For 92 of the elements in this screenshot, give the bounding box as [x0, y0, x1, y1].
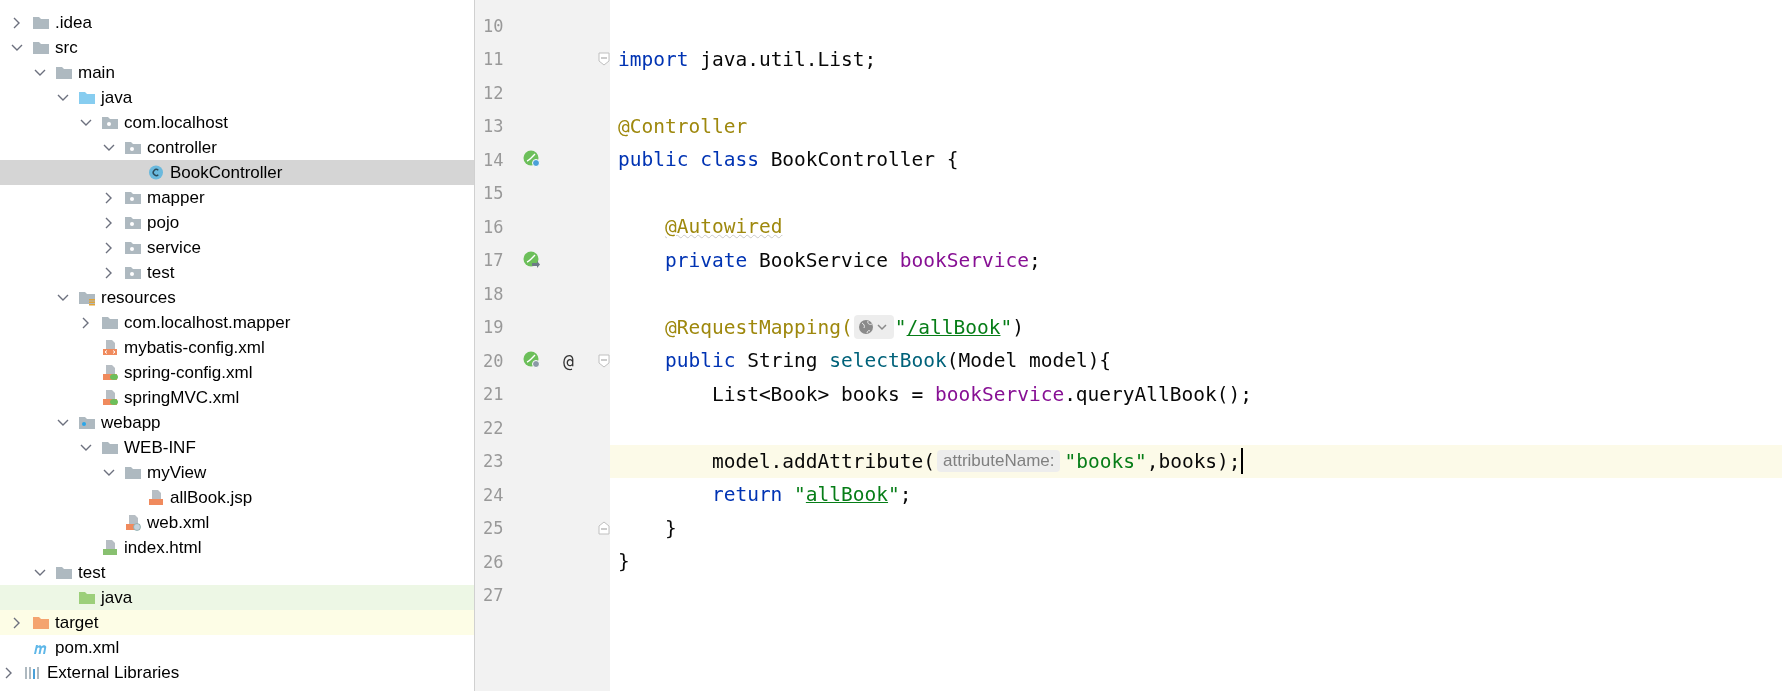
tree-item[interactable]: mybatis-config.xml — [0, 335, 474, 360]
package-icon — [124, 139, 142, 156]
code-text: "/allBook") — [894, 315, 1024, 339]
tree-item[interactable]: External Libraries — [0, 660, 474, 685]
excluded-folder-icon — [32, 614, 50, 631]
folder-icon — [55, 564, 73, 581]
tree-item[interactable]: service — [0, 235, 474, 260]
line-number: 10 — [482, 15, 505, 36]
line-number: 24 — [482, 484, 505, 505]
code-text: "books",books); — [1064, 449, 1241, 473]
folder-icon — [32, 39, 50, 56]
tree-item[interactable]: test — [0, 560, 474, 585]
line-number: 20 — [482, 350, 505, 371]
line-number: 12 — [482, 82, 505, 103]
code-text: @RequestMapping( — [664, 315, 853, 339]
tree-item[interactable]: myView — [0, 460, 474, 485]
code-text: private BookService bookService; — [664, 248, 1041, 272]
line-number: 14 — [482, 149, 505, 170]
web-xml-file-icon — [124, 514, 142, 531]
package-icon — [124, 214, 142, 231]
tree-item[interactable]: target — [0, 610, 474, 635]
line-number: 21 — [482, 384, 505, 405]
code-text: public class BookController { — [618, 148, 959, 172]
line-number: 15 — [482, 183, 505, 204]
package-icon — [124, 264, 142, 281]
tree-item[interactable]: webapp — [0, 410, 474, 435]
test-folder-icon — [78, 589, 96, 606]
package-icon — [124, 239, 142, 256]
line-number: 25 — [482, 518, 505, 539]
bean-icon[interactable] — [523, 150, 543, 170]
web-folder-icon — [78, 414, 96, 431]
package-icon — [101, 114, 119, 131]
line-number: 26 — [482, 551, 505, 572]
folder-icon — [124, 464, 142, 481]
tree-item[interactable]: pojo — [0, 210, 474, 235]
code-text: } — [664, 516, 677, 540]
line-number: 16 — [482, 216, 505, 237]
code-text: @Autowired — [664, 215, 783, 239]
class-icon — [147, 164, 165, 181]
line-number: 17 — [482, 250, 505, 271]
line-number: 13 — [482, 116, 505, 137]
tree-item[interactable]: index.html — [0, 535, 474, 560]
html-file-icon — [101, 539, 119, 556]
tree-item[interactable]: controller — [0, 135, 474, 160]
line-number: 19 — [482, 317, 505, 338]
tree-item[interactable]: resources — [0, 285, 474, 310]
text-cursor — [1240, 448, 1243, 475]
tree-item[interactable]: com.localhost.mapper — [0, 310, 474, 335]
tree-item[interactable]: test — [0, 260, 474, 285]
code-text: import java.util.List; — [618, 47, 877, 71]
code-text: } — [618, 550, 630, 574]
tree-item[interactable]: com.localhost — [0, 110, 474, 135]
tree-item[interactable]: main — [0, 60, 474, 85]
line-number: 18 — [482, 283, 505, 304]
line-number: 22 — [482, 417, 505, 438]
bean-icon[interactable] — [523, 250, 543, 270]
tree-item[interactable]: src — [0, 35, 474, 60]
bean-icon[interactable] — [523, 351, 543, 371]
jsp-file-icon — [147, 489, 165, 506]
line-number: 23 — [482, 451, 505, 472]
tree-item[interactable]: spring-config.xml — [0, 360, 474, 385]
package-icon — [124, 189, 142, 206]
code-text: return "allBook"; — [711, 483, 912, 507]
folder-icon — [101, 439, 119, 456]
xml-file-icon — [101, 339, 119, 356]
line-number: 27 — [482, 585, 505, 606]
tree-item[interactable]: springMVC.xml — [0, 385, 474, 410]
code-text: public String selectBook(Model model){ — [664, 349, 1112, 373]
code-text: model.addAttribute( — [711, 449, 935, 473]
globe-icon[interactable] — [853, 315, 894, 340]
tree-item[interactable]: web.xml — [0, 510, 474, 535]
folder-icon — [32, 14, 50, 31]
tree-item[interactable]: java — [0, 585, 474, 610]
line-number: 11 — [482, 49, 505, 70]
resources-folder-icon — [78, 289, 96, 306]
libraries-icon — [24, 664, 42, 681]
tree-item[interactable]: allBook.jsp — [0, 485, 474, 510]
tree-item[interactable]: pom.xml — [0, 635, 474, 660]
tree-item[interactable]: mapper — [0, 185, 474, 210]
code-text: @Controller — [618, 114, 748, 138]
code-text: List<Book> books = bookService.queryAllBook(); — [711, 382, 1252, 406]
tree-item[interactable]: java — [0, 85, 474, 110]
tree-item[interactable]: BookController — [0, 160, 474, 185]
spring-xml-file-icon — [101, 364, 119, 381]
folder-icon — [101, 314, 119, 331]
spring-xml-file-icon — [101, 389, 119, 406]
gutter-mark[interactable]: @ — [563, 350, 574, 372]
tree-item[interactable]: WEB-INF — [0, 435, 474, 460]
source-folder-icon — [78, 89, 96, 106]
tree-item[interactable]: .idea — [0, 10, 474, 35]
inlay-hint: attributeName: — [937, 450, 1061, 473]
folder-icon — [55, 64, 73, 81]
